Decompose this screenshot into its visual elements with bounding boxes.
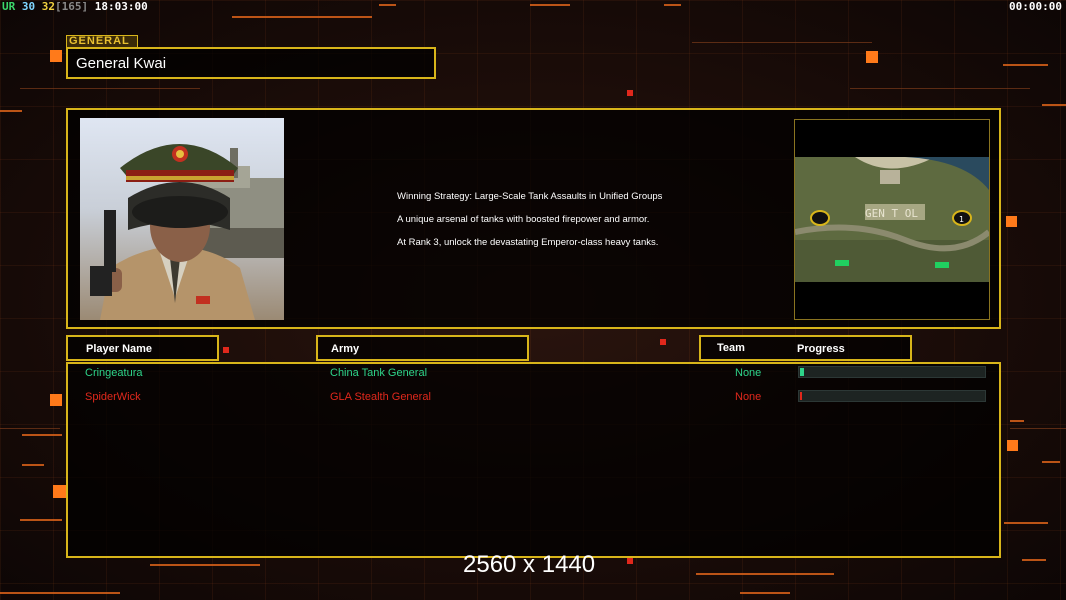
hud-ur-label: UR xyxy=(2,0,16,13)
deco-line xyxy=(0,428,60,429)
deco-line xyxy=(692,42,872,43)
deco-square xyxy=(627,558,633,564)
deco-line xyxy=(379,4,396,6)
header-team-label: Team xyxy=(717,342,745,354)
hud-timer: 00:00:00 xyxy=(1009,0,1062,13)
header-player-name-label: Player Name xyxy=(86,343,153,355)
deco-line xyxy=(22,434,62,436)
header-player-name[interactable]: Player Name xyxy=(66,335,219,361)
deco-square xyxy=(53,485,66,498)
deco-line xyxy=(696,573,834,575)
svg-text:1: 1 xyxy=(959,215,964,224)
deco-square xyxy=(660,339,666,345)
deco-line xyxy=(1042,461,1060,463)
deco-square xyxy=(1007,440,1018,451)
hud-stat-1: 30 xyxy=(21,0,36,13)
deco-line xyxy=(20,88,200,89)
player-team: None xyxy=(735,391,762,403)
player-progress-bar xyxy=(798,366,986,378)
player-progress-bar xyxy=(798,390,986,402)
deco-square xyxy=(50,50,62,62)
deco-line xyxy=(20,519,62,521)
deco-square xyxy=(866,51,878,63)
deco-line xyxy=(0,110,22,112)
hud-stats: UR 30 32[165] 18:03:00 xyxy=(2,0,148,13)
deco-square xyxy=(627,90,633,96)
header-progress-label: Progress xyxy=(797,343,845,355)
player-name: SpiderWick xyxy=(85,391,141,403)
deco-line xyxy=(740,592,790,594)
deco-square xyxy=(50,394,62,406)
deco-line xyxy=(1004,522,1048,524)
deco-line xyxy=(22,464,44,466)
strategy-line-1: Winning Strategy: Large-Scale Tank Assau… xyxy=(397,191,663,202)
general-portrait xyxy=(80,118,284,320)
deco-line xyxy=(850,88,1030,89)
hud-clock: 18:03:00 xyxy=(94,0,148,13)
deco-square xyxy=(223,347,229,353)
map-preview: 1 GEN T OL xyxy=(794,119,991,320)
deco-line xyxy=(150,564,260,566)
deco-line xyxy=(1010,428,1066,429)
hud-stat-2: 32 xyxy=(41,0,55,13)
deco-line xyxy=(0,592,120,594)
general-name: General Kwai xyxy=(76,55,167,72)
player-team: None xyxy=(735,367,762,379)
progress-fill xyxy=(800,368,804,376)
deco-line xyxy=(530,4,570,6)
deco-line xyxy=(1003,64,1048,66)
resolution-text: 2560 x 1440 xyxy=(463,551,596,578)
deco-line xyxy=(664,4,681,6)
deco-line xyxy=(1010,420,1024,422)
deco-line xyxy=(232,16,372,18)
deco-line xyxy=(1022,559,1046,561)
hud-stat-3: [165] xyxy=(55,0,89,13)
strategy-line-2: A unique arsenal of tanks with boosted f… xyxy=(397,214,650,225)
general-name-panel: General Kwai xyxy=(66,47,436,79)
header-army-label: Army xyxy=(331,343,360,355)
player-army: GLA Stealth General xyxy=(330,391,431,403)
player-army: China Tank General xyxy=(330,367,428,379)
progress-fill xyxy=(800,392,802,400)
header-army[interactable]: Army xyxy=(316,335,529,361)
player-name: Cringeatura xyxy=(85,367,143,379)
deco-square xyxy=(1006,216,1017,227)
svg-text:GEN T OL: GEN T OL xyxy=(865,207,918,220)
header-team-progress[interactable]: Team Progress xyxy=(699,335,912,361)
strategy-line-3: At Rank 3, unlock the devastating Empero… xyxy=(397,237,659,248)
deco-line xyxy=(1042,104,1066,106)
